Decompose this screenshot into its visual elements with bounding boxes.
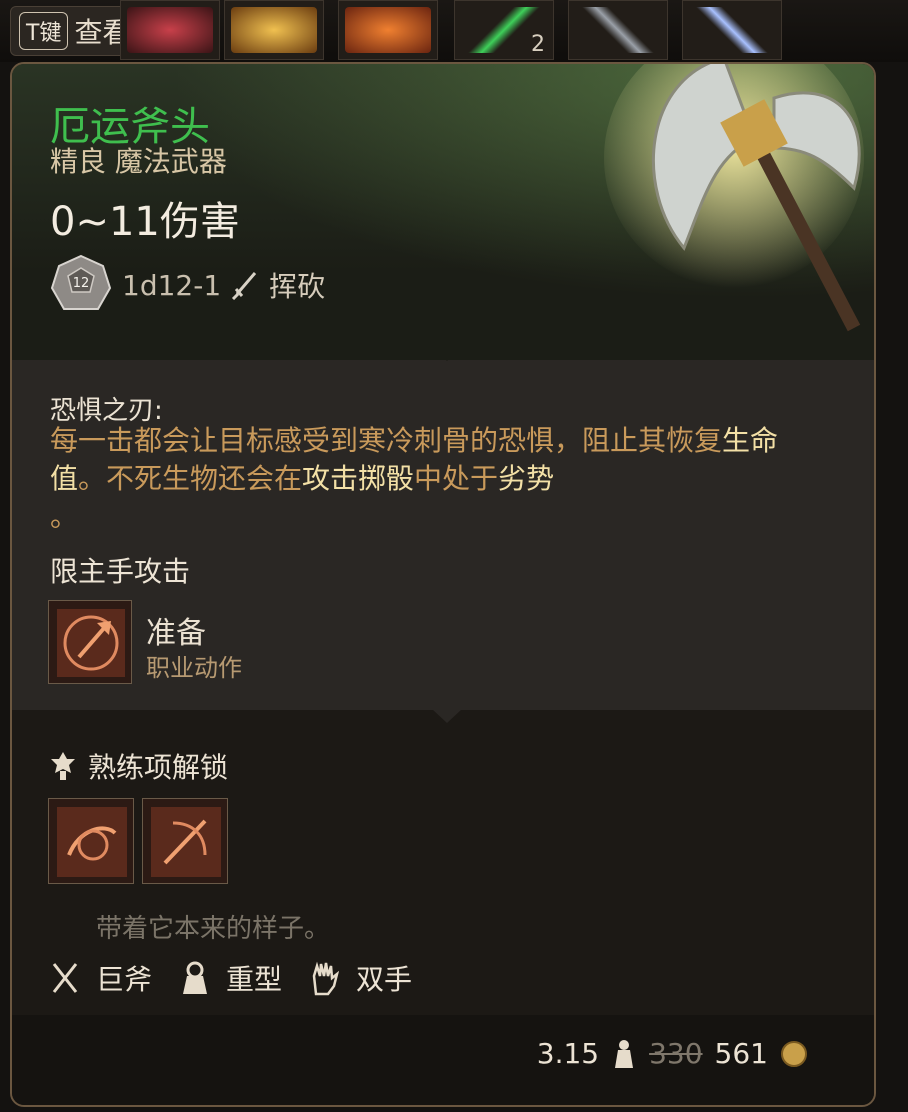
- tag-heavy: 重型: [226, 963, 283, 996]
- tooltip-footer: 3.15 330 561: [12, 1015, 874, 1105]
- unlock-action-2[interactable]: [142, 798, 228, 884]
- coin-icon: [781, 1040, 807, 1067]
- proficiency-icon: [51, 752, 75, 780]
- unlock-icon: [57, 807, 127, 877]
- hotbar-slot[interactable]: [682, 0, 782, 60]
- weapon-tags: 巨斧 重型 双手: [48, 958, 424, 998]
- action-subtitle: 职业动作: [146, 654, 242, 682]
- passive-text: 每一击都会让目标感受到寒冷刺骨的恐惧，阻止其恢复: [50, 424, 723, 457]
- hotkey-key: T键: [19, 12, 69, 50]
- hotbar-slot[interactable]: [224, 0, 324, 60]
- hotbar-slot[interactable]: [568, 0, 668, 60]
- item-tooltip: 厄运斧头 精良 魔法武器 0~11伤害 12 1d12-1 挥砍 恐惧之刃: 每…: [10, 62, 876, 1107]
- hotbar-slot[interactable]: 2: [454, 0, 554, 60]
- unlock-icon: [151, 807, 221, 877]
- dice-formula: 1d12-1: [122, 268, 222, 302]
- mainhand-restriction: 限主手攻击: [50, 555, 191, 588]
- tooltip-header: 厄运斧头 精良 魔法武器 0~11伤害 12 1d12-1 挥砍: [12, 64, 874, 360]
- item-damage: 0~11伤害: [50, 199, 240, 245]
- hotbar: T键 查看 2: [0, 0, 908, 62]
- passive-text: 。不死生物还会在: [78, 462, 303, 495]
- divider-notch: [432, 347, 462, 361]
- item-rarity: 精良 魔法武器: [50, 145, 227, 178]
- old-price: 330: [649, 1037, 703, 1070]
- dice-row: 12 1d12-1 挥砍: [50, 254, 325, 316]
- damage-type: 挥砍: [269, 270, 326, 303]
- proficiency-label: 熟练项解锁: [88, 751, 229, 784]
- weight-icon: [615, 1039, 634, 1068]
- tag-greataxe: 巨斧: [96, 963, 153, 996]
- passive-highlight[interactable]: 劣势: [498, 462, 554, 495]
- slot-count: 2: [531, 32, 545, 57]
- prepare-axe-icon: [57, 609, 125, 677]
- proficiency-section: 熟练项解锁 带着它本来的样子。 巨斧 重型 双手: [12, 709, 874, 1020]
- hotbar-slot[interactable]: [338, 0, 438, 60]
- passive-text: 。: [50, 500, 79, 533]
- prepare-action-button[interactable]: [48, 600, 132, 684]
- item-weight: 3.15: [536, 1037, 600, 1070]
- action-name: 准备: [146, 616, 206, 651]
- passive-highlight[interactable]: 攻击掷骰: [302, 462, 414, 495]
- item-axe-artwork: [604, 64, 864, 332]
- dice-face-number: 12: [73, 276, 90, 291]
- heavy-icon: [183, 961, 208, 994]
- flavor-text: 带着它本来的样子。: [96, 914, 331, 944]
- tag-two-handed: 双手: [356, 963, 413, 996]
- unlock-action-1[interactable]: [48, 798, 134, 884]
- two-handed-icon: [312, 961, 340, 996]
- proficiency-row: 熟练项解锁: [50, 746, 228, 786]
- divider-notch: [432, 709, 462, 723]
- item-price: 561: [714, 1037, 768, 1070]
- greataxe-icon: [52, 963, 78, 993]
- sword-icon: [232, 272, 257, 300]
- passive-description: 每一击都会让目标感受到寒冷刺骨的恐惧，阻止其恢复生命值。不死生物还会在攻击掷骰中…: [50, 422, 780, 536]
- hotbar-slot[interactable]: [120, 0, 220, 60]
- weight-price-row: 3.15 330 561: [537, 1037, 808, 1070]
- passive-section: 恐惧之刃: 每一击都会让目标感受到寒冷刺骨的恐惧，阻止其恢复生命值。不死生物还会…: [12, 347, 874, 710]
- dice-d12-icon: 12: [50, 254, 112, 310]
- passive-text: 中处于: [414, 462, 499, 495]
